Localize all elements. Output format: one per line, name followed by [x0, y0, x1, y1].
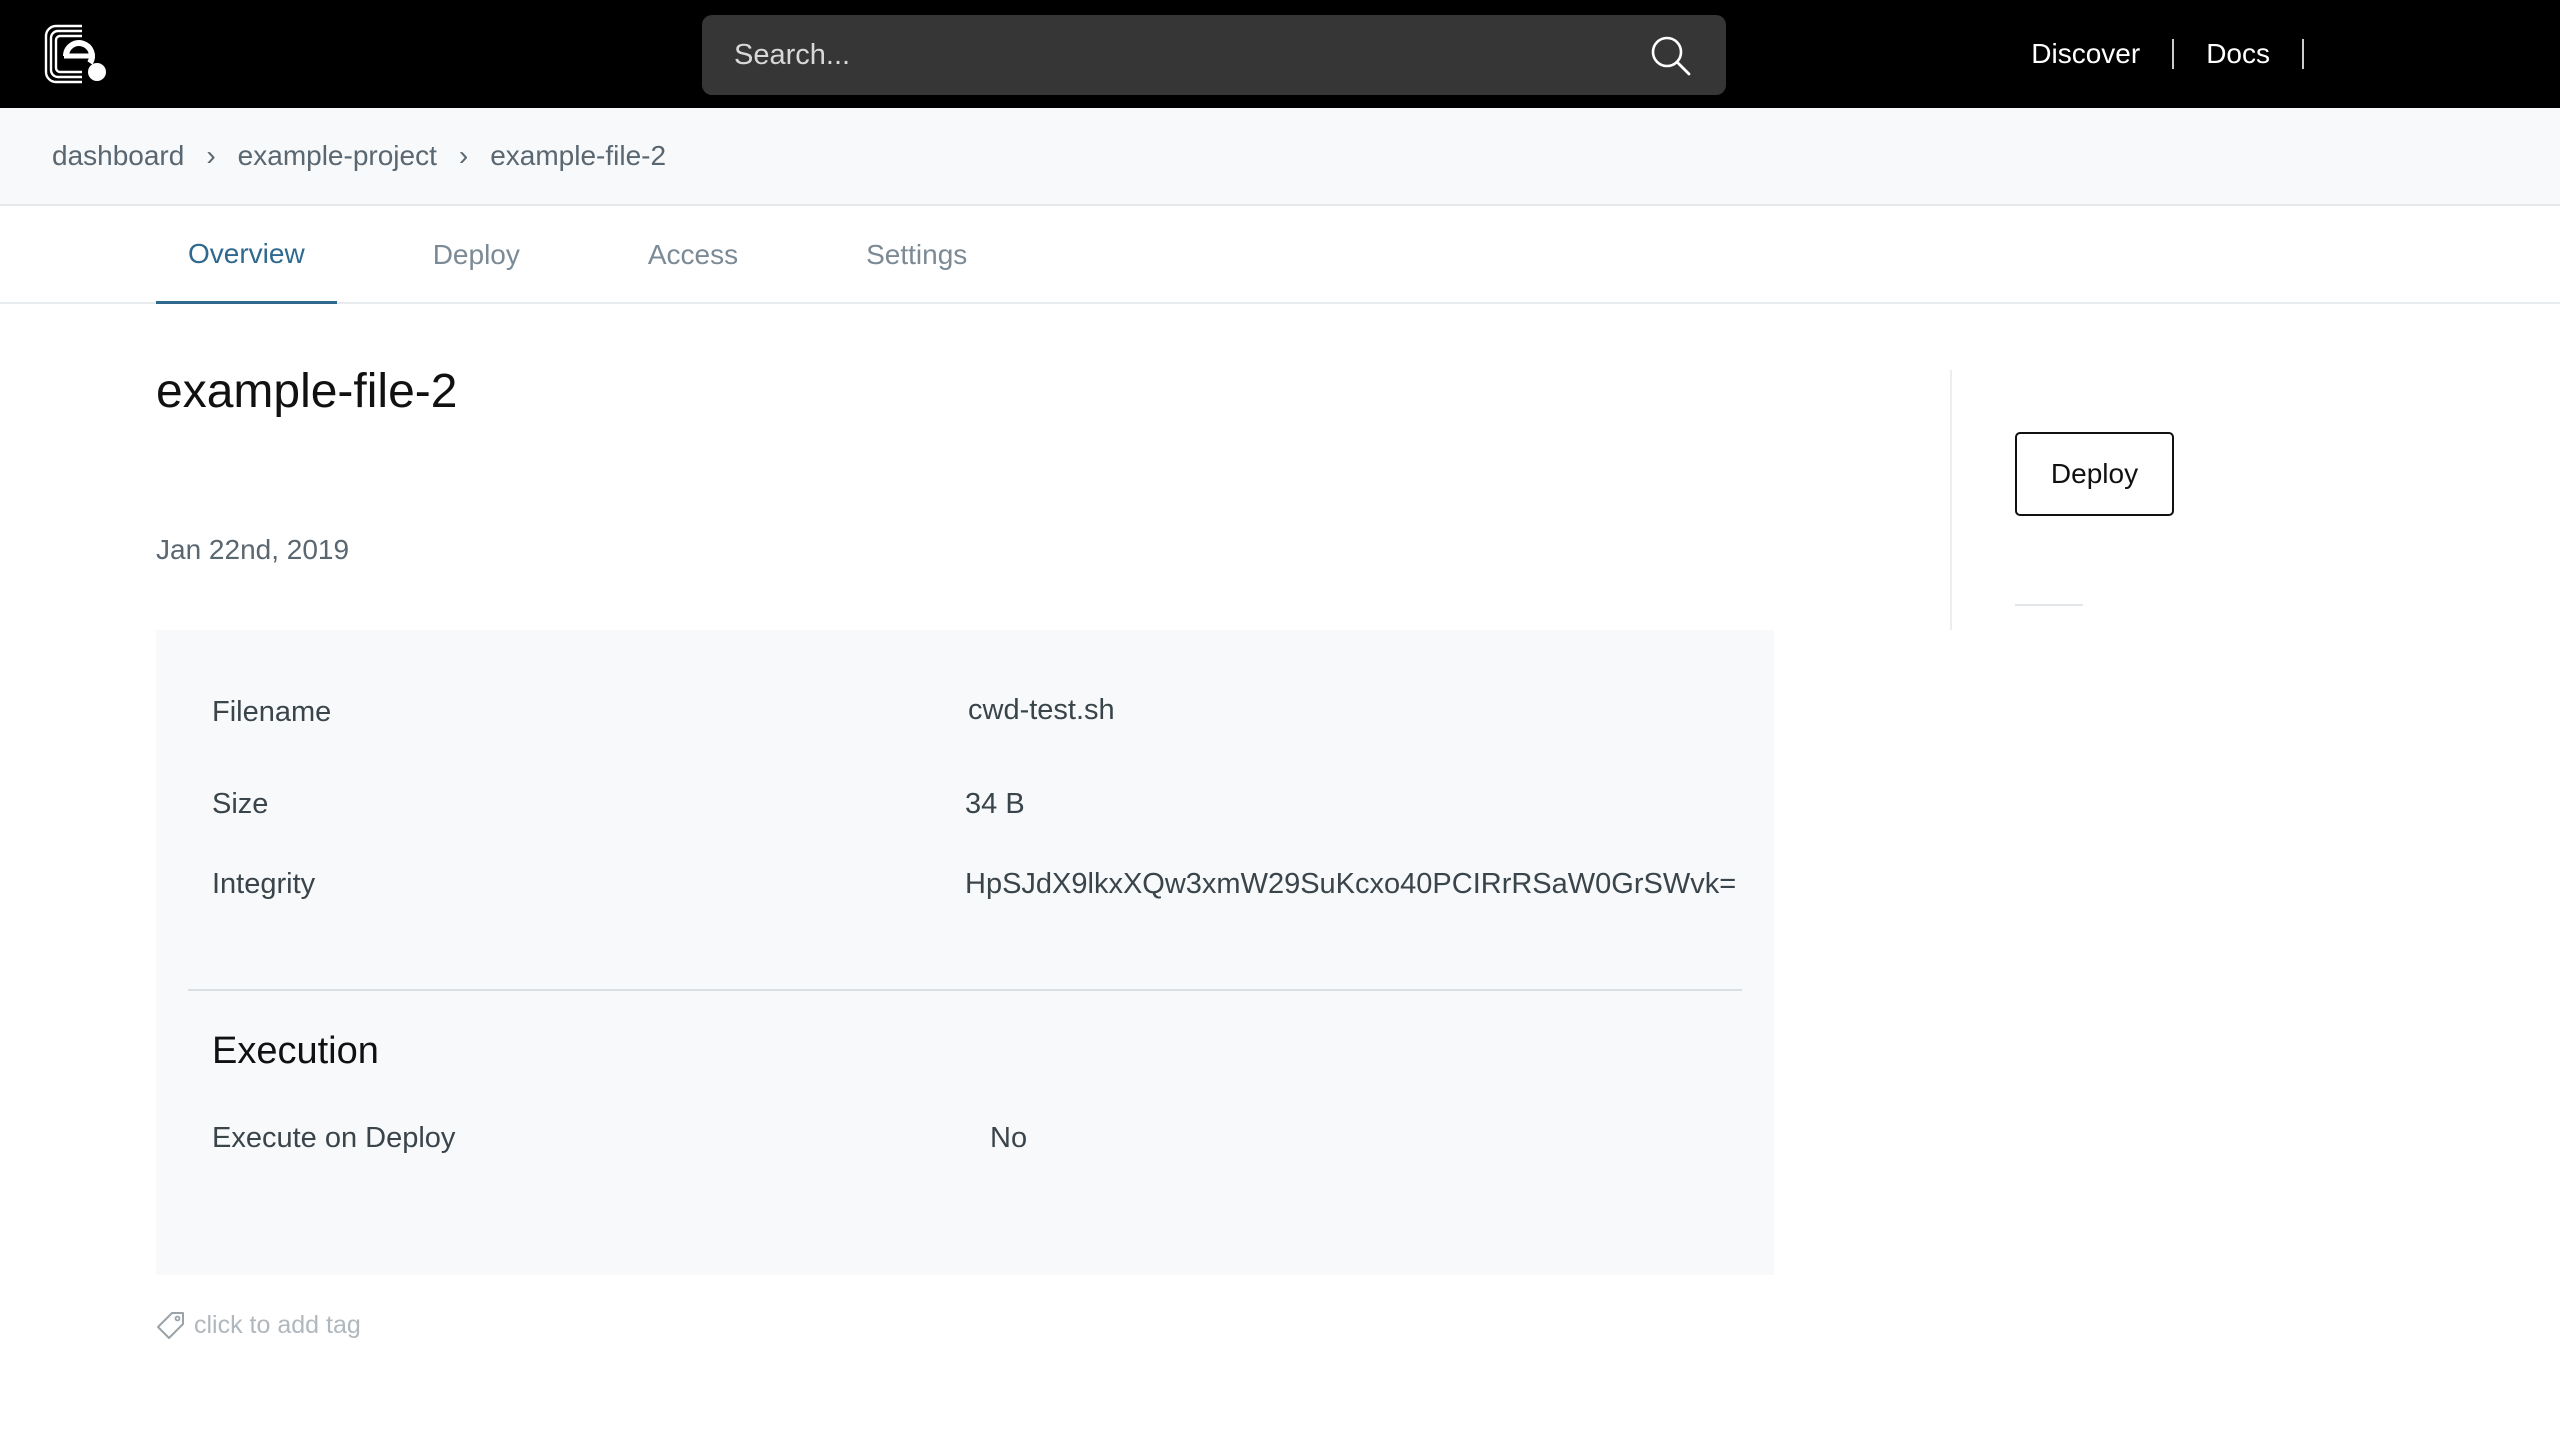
breadcrumb-current: example-file-2	[490, 140, 667, 171]
filename-label: Filename	[212, 696, 332, 728]
deploy-button[interactable]: Deploy	[2015, 432, 2174, 516]
top-nav: Discover Docs	[1999, 0, 2304, 108]
execute-on-deploy-label: Execute on Deploy	[212, 1122, 456, 1154]
tab-overview[interactable]: Overview	[156, 206, 337, 304]
nav-separator	[2172, 39, 2175, 69]
search-input[interactable]	[702, 15, 1726, 95]
integrity-value: HpSJdX9lkxXQw3xmW29SuKcxo40PCIRrRSaW0GrS…	[965, 868, 1737, 900]
page-title: example-file-2	[156, 365, 458, 418]
size-value: 34 B	[965, 788, 1025, 820]
section-divider	[188, 989, 1742, 991]
file-details-panel: Filename cwd-test.sh Size 34 B Integrity…	[156, 630, 1774, 1275]
nav-docs-link[interactable]: Docs	[2174, 38, 2302, 70]
search-bar	[702, 15, 1726, 95]
breadcrumb-project[interactable]: example-project	[238, 140, 437, 172]
tab-settings[interactable]: Settings	[834, 206, 999, 304]
execute-on-deploy-value: No	[990, 1122, 1028, 1154]
logo-icon[interactable]	[42, 22, 110, 86]
filename-value: cwd-test.sh	[968, 694, 1115, 726]
sidebar-divider	[1950, 370, 1952, 630]
execution-title: Execution	[212, 1030, 379, 1072]
search-icon[interactable]	[1648, 33, 1692, 77]
sidebar-rule	[2015, 604, 2083, 606]
tab-deploy[interactable]: Deploy	[401, 206, 552, 304]
top-bar: Discover Docs	[0, 0, 2560, 108]
breadcrumb-separator: ›	[458, 140, 469, 171]
add-tag-hint[interactable]: click to add tag	[194, 1311, 361, 1340]
tab-access[interactable]: Access	[616, 206, 770, 304]
add-tag[interactable]: click to add tag	[156, 1310, 361, 1340]
tab-bar: Overview Deploy Access Settings	[0, 206, 2560, 304]
breadcrumb-separator: ›	[206, 140, 216, 171]
tag-icon	[157, 1312, 184, 1339]
nav-separator	[2302, 39, 2304, 69]
nav-discover-link[interactable]: Discover	[1999, 38, 2172, 70]
integrity-label: Integrity	[212, 868, 316, 900]
file-date: Jan 22nd, 2019	[156, 534, 350, 565]
breadcrumb-dashboard[interactable]: dashboard	[52, 140, 184, 172]
size-label: Size	[212, 788, 269, 820]
breadcrumb: dashboard › example-project › example-fi…	[0, 108, 2560, 206]
